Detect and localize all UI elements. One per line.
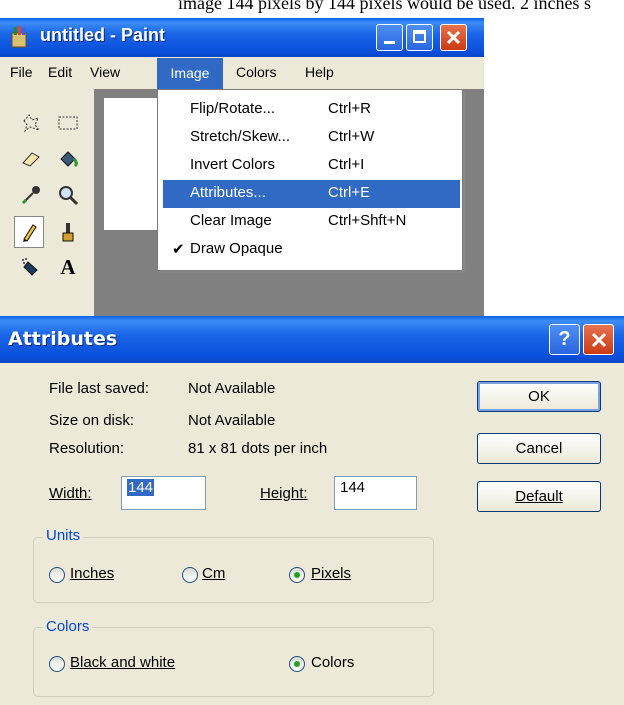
magnifier-icon[interactable]: [53, 181, 83, 209]
pencil-icon[interactable]: [14, 216, 44, 248]
inches-radio[interactable]: [49, 567, 65, 583]
eraser-icon[interactable]: [16, 145, 46, 173]
width-label: Width:: [49, 485, 92, 502]
size-on-disk-label: Size on disk:: [49, 412, 135, 429]
menu-item-label: Stretch/Skew...: [190, 128, 291, 145]
cm-label[interactable]: Cm: [202, 565, 225, 582]
size-on-disk-value: Not Available: [188, 412, 276, 429]
maximize-button[interactable]: [406, 24, 433, 51]
free-select-icon[interactable]: [16, 109, 46, 137]
fill-icon[interactable]: [53, 145, 83, 173]
ok-button[interactable]: OK: [477, 381, 601, 412]
attributes-titlebar[interactable]: Attributes ?: [0, 316, 624, 363]
inches-label[interactable]: Inches: [70, 565, 114, 582]
menu-item-label: Invert Colors: [190, 156, 276, 173]
menu-item-shortcut: Ctrl+Shft+N: [328, 212, 407, 229]
menu-item-draw-opaque[interactable]: ✔ Draw Opaque: [158, 236, 462, 264]
cm-radio[interactable]: [182, 567, 198, 583]
close-button[interactable]: [440, 24, 467, 51]
pixels-radio[interactable]: [289, 567, 305, 583]
menu-item-attributes[interactable]: Attributes... Ctrl+E: [163, 180, 460, 208]
attributes-title: Attributes: [8, 328, 118, 350]
menu-image[interactable]: Image: [157, 58, 223, 89]
menu-item-label: Attributes...: [190, 184, 266, 201]
menu-edit[interactable]: Edit: [48, 64, 72, 80]
airbrush-icon[interactable]: [16, 253, 46, 281]
width-value: 144: [127, 479, 155, 496]
rect-select-icon[interactable]: [53, 109, 83, 137]
colors-radio[interactable]: [289, 656, 305, 672]
menu-view[interactable]: View: [90, 64, 120, 80]
default-button-label: Default: [515, 488, 563, 505]
pixels-label[interactable]: Pixels: [311, 565, 351, 582]
menu-item-shortcut: Ctrl+W: [328, 128, 375, 145]
close-icon: [591, 332, 606, 347]
colors-label[interactable]: Colors: [311, 654, 354, 671]
resolution-label: Resolution:: [49, 440, 125, 457]
menu-item-clear-image[interactable]: Clear Image Ctrl+Shft+N: [158, 208, 462, 236]
default-button[interactable]: Default: [477, 481, 601, 512]
paint-window-title: untitled - Paint: [40, 25, 165, 45]
file-last-saved-label: File last saved:: [49, 380, 150, 397]
help-button[interactable]: ?: [549, 324, 580, 355]
checkmark-icon: ✔: [172, 241, 185, 258]
cancel-button[interactable]: Cancel: [477, 433, 601, 464]
menu-item-shortcut: Ctrl+E: [328, 184, 371, 201]
paint-menubar: File Edit View Image Colors Help: [0, 57, 484, 89]
close-icon: [446, 30, 461, 45]
colors-group-title: Colors: [43, 618, 93, 635]
width-input[interactable]: 144: [121, 476, 206, 510]
paint-titlebar[interactable]: untitled - Paint: [0, 18, 484, 57]
help-icon: ?: [558, 328, 571, 350]
resolution-value: 81 x 81 dots per inch: [188, 440, 328, 457]
menu-item-label: Flip/Rotate...: [190, 100, 276, 117]
menu-item-label: Clear Image: [190, 212, 272, 229]
drawing-canvas[interactable]: [104, 98, 162, 230]
menu-file[interactable]: File: [10, 64, 33, 80]
menu-item-invert-colors[interactable]: Invert Colors Ctrl+I: [158, 152, 462, 180]
menu-item-label: Draw Opaque: [190, 240, 283, 257]
height-label: Height:: [260, 485, 308, 502]
attributes-dialog: Attributes ? File last saved: Not Availa…: [0, 316, 624, 705]
color-picker-icon[interactable]: [16, 181, 46, 209]
menu-item-shortcut: Ctrl+I: [328, 156, 365, 173]
brush-icon[interactable]: [53, 218, 83, 246]
units-group-title: Units: [43, 527, 84, 544]
menu-item-shortcut: Ctrl+R: [328, 100, 371, 117]
close-dialog-button[interactable]: [583, 324, 614, 355]
menu-item-stretch-skew[interactable]: Stretch/Skew... Ctrl+W: [158, 124, 462, 152]
black-and-white-label[interactable]: Black and white: [70, 654, 175, 671]
file-last-saved-value: Not Available: [188, 380, 276, 397]
menu-colors[interactable]: Colors: [236, 64, 276, 80]
maximize-icon: [413, 30, 426, 43]
text-icon[interactable]: A: [53, 253, 83, 281]
height-value: 144: [340, 479, 366, 496]
menu-help[interactable]: Help: [305, 64, 334, 80]
image-menu-dropdown: Flip/Rotate... Ctrl+R Stretch/Skew... Ct…: [157, 89, 463, 271]
tool-box: A: [0, 89, 94, 316]
menu-item-flip-rotate[interactable]: Flip/Rotate... Ctrl+R: [158, 96, 462, 124]
minimize-button[interactable]: [376, 24, 403, 51]
black-and-white-radio[interactable]: [49, 656, 65, 672]
background-caption-text: image 144 pixels by 144 pixels would be …: [178, 0, 591, 13]
height-input[interactable]: 144: [334, 476, 417, 510]
paint-app-icon: [11, 26, 27, 48]
minimize-icon: [384, 41, 395, 44]
